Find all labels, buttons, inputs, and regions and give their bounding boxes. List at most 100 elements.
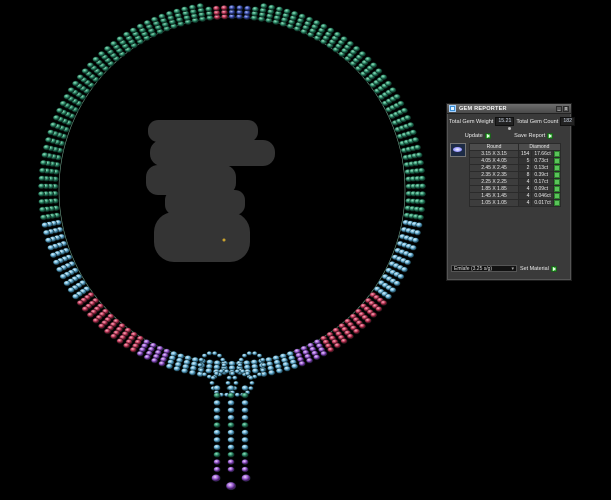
gem-bead bbox=[389, 287, 397, 293]
gem-bead bbox=[110, 333, 118, 340]
pendant-ring-bead bbox=[201, 353, 208, 358]
pendant-strand-bead bbox=[227, 459, 235, 465]
gem-bead bbox=[327, 27, 335, 34]
gem-bead bbox=[236, 5, 244, 11]
gem-bead bbox=[59, 100, 67, 107]
pendant-ring-bead bbox=[232, 375, 238, 380]
pendant-strand-bead bbox=[227, 444, 235, 451]
gem-size-cell: 2.35 X 2.35 bbox=[469, 171, 519, 179]
pendant-strand-bead bbox=[241, 399, 249, 406]
gem-bead bbox=[56, 107, 64, 114]
set-material-go-icon[interactable] bbox=[550, 265, 557, 272]
pendant-strand-bead bbox=[227, 422, 235, 428]
pendant-ring-bead bbox=[211, 351, 218, 356]
blurred-region bbox=[146, 120, 275, 262]
table-row[interactable]: 3.15 X 3.15 154 17.66ct bbox=[469, 150, 561, 158]
gem-bead bbox=[418, 167, 426, 174]
gem-bead bbox=[283, 365, 291, 372]
pendant-strand-bead bbox=[241, 429, 249, 436]
total-gem-count-value: 182 bbox=[560, 117, 575, 126]
gem-size-cell: 4.05 X 4.05 bbox=[469, 157, 519, 165]
row-select-button[interactable] bbox=[552, 185, 561, 193]
table-row[interactable]: 1.85 X 1.85 4 0.09ct bbox=[469, 185, 561, 193]
gem-bead bbox=[409, 244, 417, 251]
pendant-ring-bead bbox=[244, 371, 251, 376]
save-report-go-icon[interactable] bbox=[547, 132, 554, 139]
minimize-button[interactable]: _ bbox=[556, 105, 562, 112]
gem-bead bbox=[150, 357, 158, 364]
gem-weight-cell: 0.13ct bbox=[531, 164, 554, 172]
gem-bead bbox=[196, 3, 204, 9]
table-row[interactable]: 1.05 X 1.05 4 0.017ct bbox=[469, 199, 561, 207]
row-select-button[interactable] bbox=[552, 199, 561, 207]
gem-bead bbox=[38, 198, 46, 205]
row-select-button[interactable] bbox=[552, 171, 561, 179]
gem-thumbnail-icon[interactable] bbox=[450, 143, 466, 157]
row-select-button[interactable] bbox=[552, 192, 561, 200]
gem-bead bbox=[110, 40, 118, 47]
gem-bead bbox=[407, 122, 415, 128]
gem-bead bbox=[333, 342, 341, 349]
gem-bead bbox=[92, 317, 100, 324]
update-label: Update bbox=[464, 132, 483, 139]
chevron-down-icon: ▾ bbox=[511, 266, 514, 272]
row-select-button[interactable] bbox=[552, 150, 561, 158]
pendant-strand-bead bbox=[227, 436, 235, 443]
pendant-ring-bead bbox=[201, 372, 208, 377]
gem-count-cell: 4 bbox=[517, 199, 533, 207]
gem-bead bbox=[414, 144, 422, 151]
gem-bead bbox=[306, 16, 314, 23]
pendant-strand-bead bbox=[227, 466, 235, 473]
gem-bead bbox=[116, 338, 124, 344]
pendant-ring-bead bbox=[248, 386, 254, 391]
gem-bead bbox=[313, 19, 321, 26]
pendant-strand-bead bbox=[241, 392, 249, 399]
gem-bead bbox=[400, 107, 408, 114]
close-button[interactable]: x bbox=[563, 105, 569, 112]
total-gem-count-label: Total Gem Count bbox=[516, 118, 559, 125]
gem-bead bbox=[123, 342, 131, 349]
table-row[interactable]: 4.05 X 4.05 5 0.73ct bbox=[469, 157, 561, 165]
gem-bead bbox=[129, 27, 137, 34]
pendant-ring-bead bbox=[213, 371, 220, 376]
gem-bead bbox=[116, 36, 124, 42]
panel-titlebar[interactable]: GEM REPORTER _ x bbox=[447, 104, 571, 114]
update-go-icon[interactable] bbox=[484, 132, 491, 139]
gem-bead bbox=[205, 367, 213, 374]
gem-bead bbox=[56, 266, 64, 273]
gem-count-cell: 154 bbox=[517, 150, 533, 158]
gem-bead bbox=[400, 266, 408, 273]
gem-bead bbox=[346, 333, 354, 340]
row-select-button[interactable] bbox=[552, 164, 561, 172]
gem-bead bbox=[404, 114, 412, 121]
row-select-button[interactable] bbox=[552, 178, 561, 186]
gem-bead bbox=[389, 87, 397, 93]
pendant-strand-bead bbox=[213, 429, 221, 436]
row-select-button[interactable] bbox=[552, 157, 561, 165]
pendant-strand-bead bbox=[213, 385, 221, 391]
pendant-ring-bead bbox=[239, 369, 246, 374]
table-row[interactable]: 1.45 X 1.45 4 0.046ct bbox=[469, 192, 561, 200]
column-header-material: Diamond bbox=[518, 143, 561, 151]
gem-bead bbox=[41, 222, 49, 228]
gem-bead bbox=[384, 80, 392, 87]
update-button[interactable]: Update bbox=[464, 132, 491, 139]
gem-reporter-app-icon bbox=[449, 105, 456, 112]
material-select[interactable]: Emlafe (3.25 s/g) ▾ bbox=[451, 265, 517, 272]
gem-bead bbox=[72, 293, 80, 300]
gem-bead bbox=[40, 214, 48, 221]
gem-bead bbox=[364, 317, 372, 324]
pendant-ring-bead bbox=[234, 392, 241, 397]
gem-bead bbox=[417, 159, 425, 166]
pivot-marker bbox=[222, 238, 226, 242]
gem-bead bbox=[409, 129, 417, 136]
table-row[interactable]: 2.35 X 2.35 8 0.39ct bbox=[469, 171, 561, 179]
pendant-ring-bead bbox=[198, 368, 204, 373]
pendant-ring-bead bbox=[206, 351, 213, 356]
gem-bead bbox=[86, 312, 94, 318]
table-row[interactable]: 2.45 X 2.45 2 0.13ct bbox=[469, 164, 561, 172]
table-row[interactable]: 2.25 X 2.25 4 0.17ct bbox=[469, 178, 561, 186]
save-report-button[interactable]: Save Report bbox=[514, 132, 554, 139]
set-material-button[interactable]: Set Material bbox=[520, 265, 557, 272]
gem-bead bbox=[165, 10, 173, 17]
